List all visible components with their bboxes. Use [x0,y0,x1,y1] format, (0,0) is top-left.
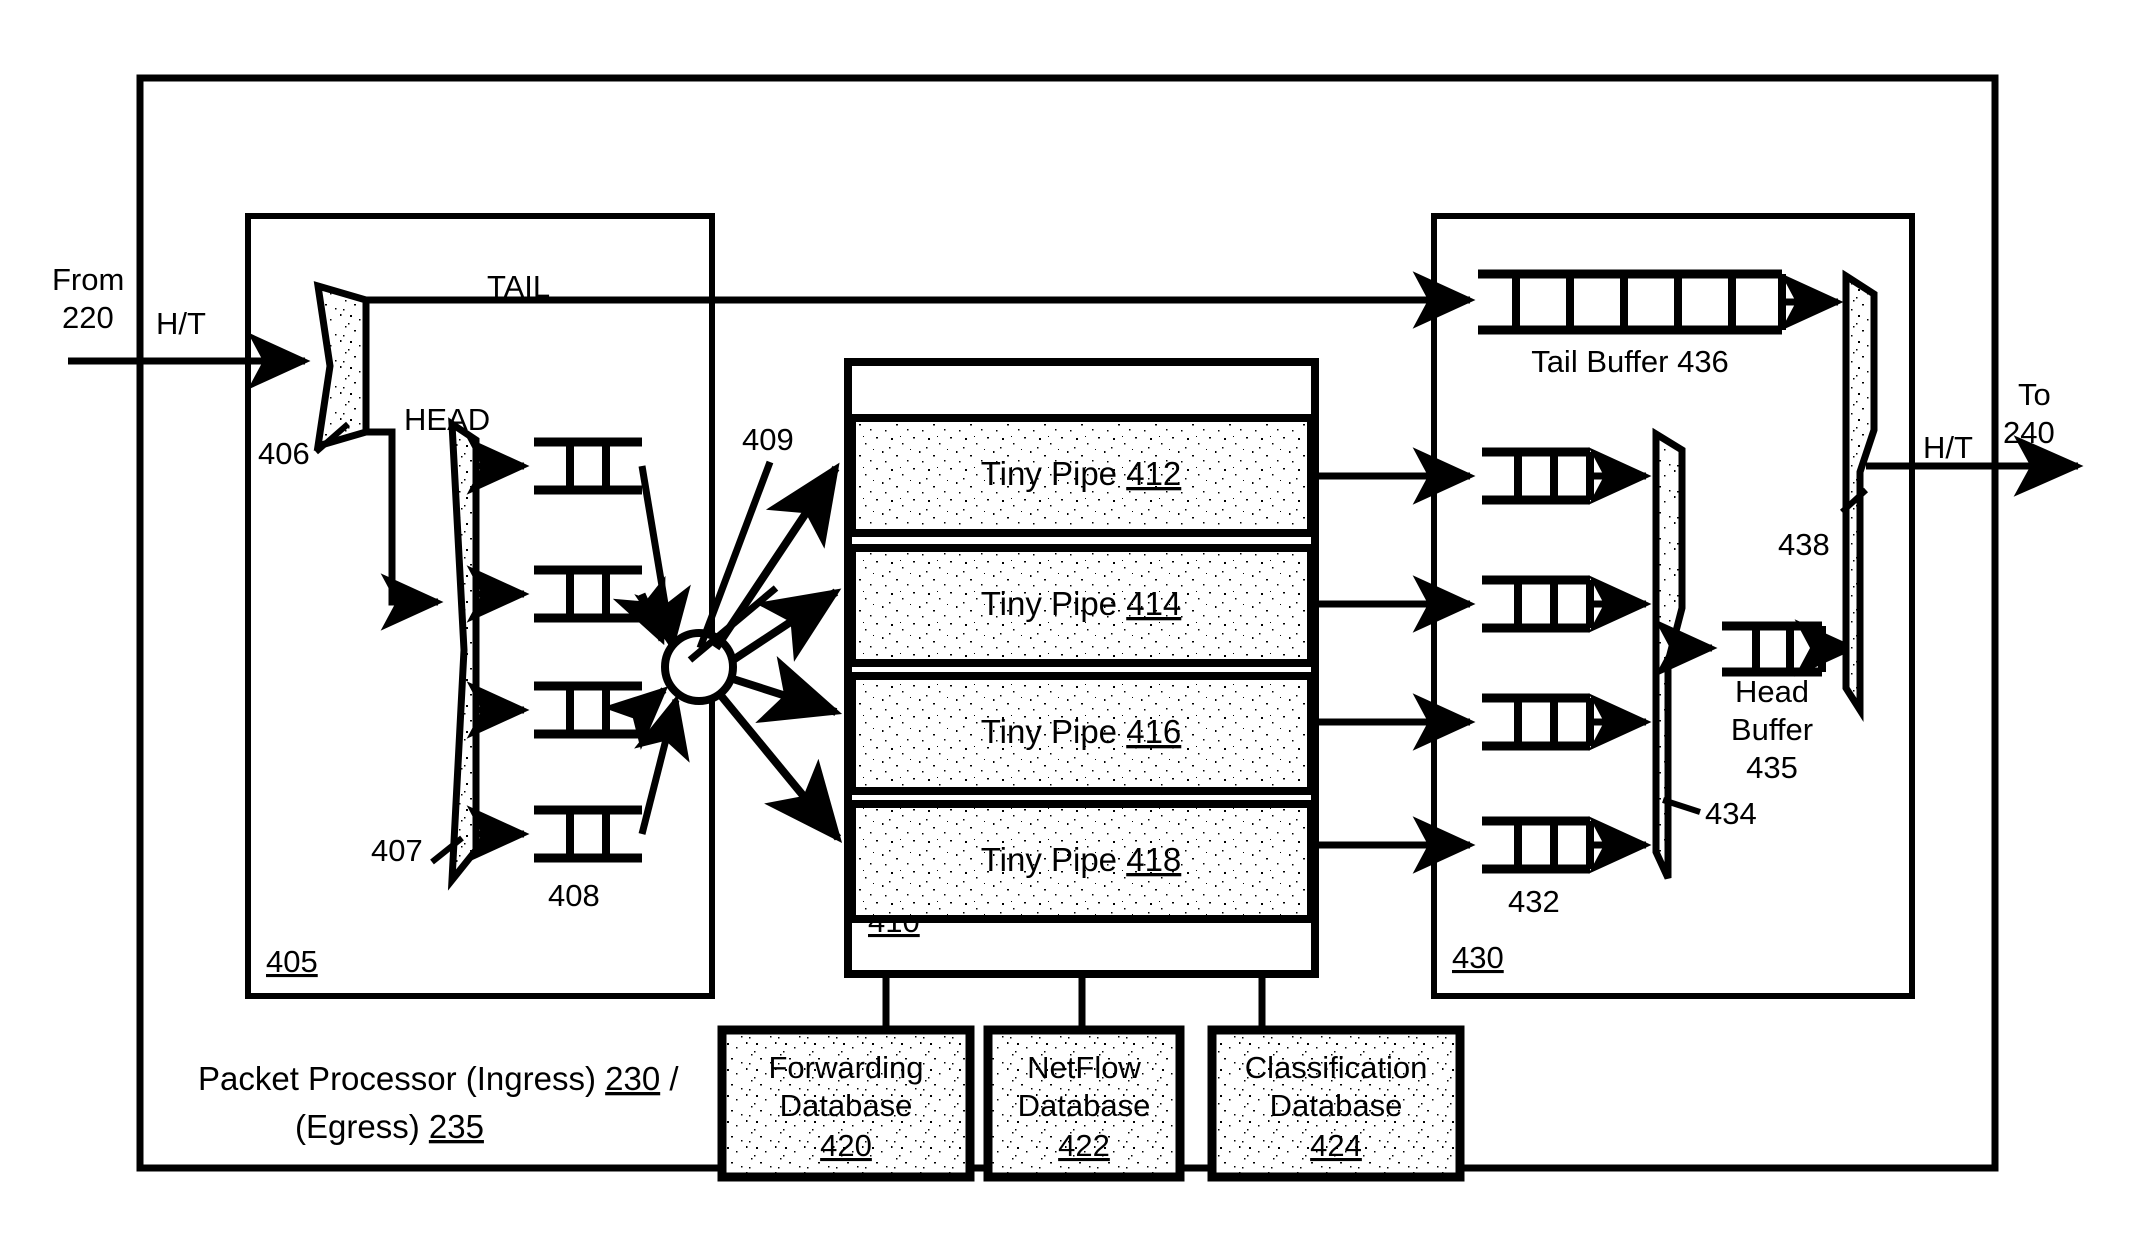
demux-407 [447,417,480,891]
caption-l2-text: (Egress) [295,1108,429,1145]
ingress-fifo-ref: 408 [548,878,600,913]
egress-fifo-1 [1482,447,1594,505]
tiny-pipe-414-label: Tiny Pipe [981,585,1127,622]
tiny-pipe-412: Tiny Pipe 412 [848,414,1315,537]
head-buffer-line3: 435 [1746,750,1798,785]
tiny-pipe-416-label: Tiny Pipe [981,713,1127,750]
ingress-fifo-3 [534,681,642,739]
ingress-block-ref: 405 [266,944,318,979]
svg-text:Tiny Pipe 418: Tiny Pipe 418 [981,841,1182,878]
mux-434 [1652,427,1686,880]
head-buffer-435 [1722,621,1826,677]
fifo-to-hub-1 [634,465,691,652]
figure-canvas: 405 From 220 H/T 406 TAIL HEAD 407 408 4… [0,0,2139,1234]
tail-label: TAIL [487,269,550,304]
egress-fifo-4 [1482,816,1594,874]
mux-434-ref: 434 [1705,796,1757,831]
db-424-ref: 424 [1310,1128,1362,1163]
head-wire [366,428,444,631]
demux-406 [313,281,370,451]
diagram-svg: 405 From 220 H/T 406 TAIL HEAD 407 408 4… [52,74,2084,1182]
db-420-line1: Forwarding [768,1050,923,1085]
tiny-pipe-418: Tiny Pipe 418 [848,800,1315,923]
svg-text:Tiny Pipe 414: Tiny Pipe 414 [981,585,1182,622]
fifo-to-hub-4 [634,694,690,835]
from-label-line1: From [52,262,124,297]
head-buffer-line2: Buffer [1731,712,1813,747]
ingress-fifo-1 [534,437,642,495]
tiny-pipe-412-label: Tiny Pipe [981,455,1127,492]
head-buffer-line1: Head [1735,674,1809,709]
tiny-pipe-412-ref: 412 [1126,455,1181,492]
mux-438-ref: 438 [1778,527,1830,562]
ingress-fifo-2 [534,565,642,623]
svg-text:Tiny Pipe 412: Tiny Pipe 412 [981,455,1182,492]
input-ht-label: H/T [156,306,206,341]
db-422-line2: Database [1018,1088,1151,1123]
caption-l2-ref: 235 [429,1108,484,1145]
tiny-pipe-414-ref: 414 [1126,585,1181,622]
database-forwarding-420: Forwarding Database 420 [717,1025,975,1182]
db-424-line1: Classification [1245,1050,1428,1085]
database-netflow-422: NetFlow Database 422 [983,1025,1185,1182]
ingress-fifo-4 [534,805,642,863]
demux-406-ref: 406 [258,436,310,471]
ingress-block-405 [245,213,715,999]
egress-fifo-2 [1482,575,1594,633]
processor-caption-line2: (Egress) 235 [295,1108,484,1145]
db-422-line1: NetFlow [1027,1050,1141,1085]
demux-407-ref: 407 [371,833,423,868]
tiny-pipe-414: Tiny Pipe 414 [848,544,1315,667]
fifo-to-hub-2 [612,575,666,646]
fifo-to-hub-3 [602,686,669,750]
tiny-pipe-418-label: Tiny Pipe [981,841,1127,878]
egress-fifo-3 [1482,693,1594,751]
tail-buffer-436 [1478,269,1786,335]
db-422-ref: 422 [1058,1128,1110,1163]
egress-fifo-ref: 432 [1508,884,1560,919]
caption-l1-tail: / [660,1060,679,1097]
tiny-pipe-416-ref: 416 [1126,713,1181,750]
svg-text:Tiny Pipe 416: Tiny Pipe 416 [981,713,1182,750]
tiny-pipe-416: Tiny Pipe 416 [848,672,1315,795]
from-label-line2: 220 [62,300,114,335]
db-420-ref: 420 [820,1128,872,1163]
caption-l1-ref: 230 [605,1060,660,1097]
to-label-line2: 240 [2003,415,2055,450]
tiny-pipe-418-ref: 418 [1126,841,1181,878]
output-ht-label: H/T [1923,430,1973,465]
processor-caption-line1: Packet Processor (Ingress) 230 / [198,1060,679,1097]
to-label-line1: To [2018,377,2051,412]
caption-l1-text: Packet Processor (Ingress) [198,1060,605,1097]
egress-block-ref: 430 [1452,940,1504,975]
hub-409-ref: 409 [742,422,794,457]
db-420-line2: Database [780,1088,913,1123]
head-label: HEAD [404,402,490,437]
db-424-line2: Database [1270,1088,1403,1123]
tail-buffer-label: Tail Buffer 436 [1531,344,1729,379]
hub-to-pipe-3 [728,656,843,724]
hub-to-pipe-4 [714,689,843,843]
database-classification-424: Classification Database 424 [1207,1025,1465,1182]
